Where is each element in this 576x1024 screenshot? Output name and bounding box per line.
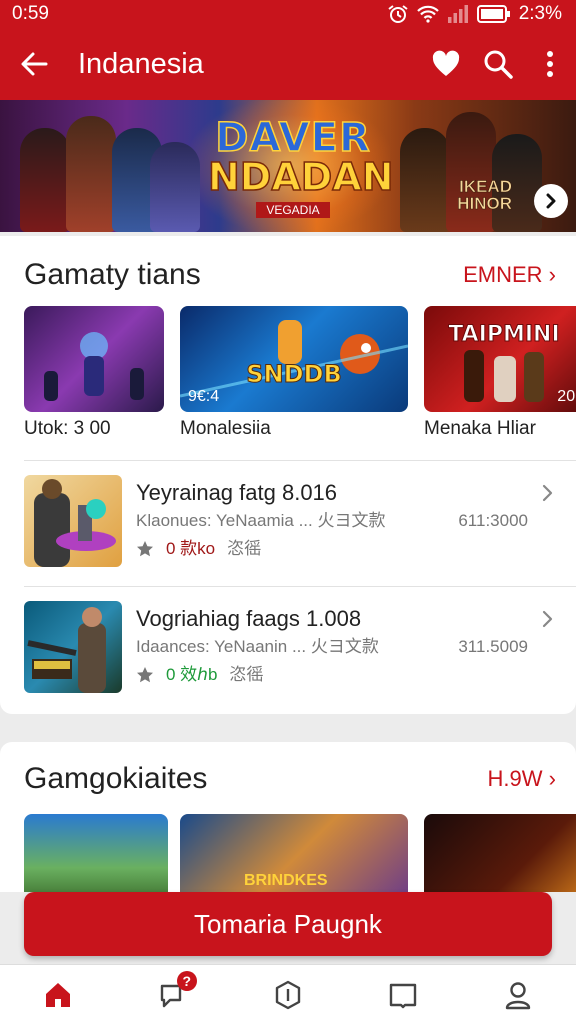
list-item-title: Yeyrainag fatg 8.016	[136, 480, 338, 505]
list-item-meta: 0 款ko 恣徭	[136, 535, 536, 563]
list-item-info: Vogriahiag faags 1.008 Idaances: YeNaani…	[136, 605, 536, 689]
battery-icon	[476, 5, 511, 23]
nav-profile[interactable]	[488, 967, 548, 1023]
list-item-meta-text: 恣徭	[227, 539, 262, 558]
banner-corner-line2: HINOR	[457, 194, 512, 213]
wifi-icon	[416, 5, 439, 23]
game-thumbnail[interactable]	[424, 814, 576, 892]
nav-explore[interactable]	[258, 967, 318, 1023]
list-item-subtitle: Idaances: YeNaanin ... 火ヨ文款 311.5009	[136, 633, 536, 661]
banner-logo-line1: DAVER	[214, 115, 371, 161]
banner-corner-text: IKEAD HINOR	[432, 177, 513, 213]
star-icon	[137, 541, 153, 557]
chevron-right-icon	[536, 484, 560, 502]
collections-card: Gamgokiaites H.9W › BRINDKES	[0, 742, 576, 892]
search-icon	[484, 50, 513, 79]
nav-home[interactable]	[28, 967, 88, 1023]
thumbnail-tag: 201	[557, 388, 576, 405]
list-item-developer: Idaances: YeNaanin ... 火ヨ文款	[136, 637, 379, 656]
shield-icon	[275, 980, 301, 1009]
nav-messages[interactable]: ?	[143, 967, 203, 1023]
list-item-meta-text: 恣徭	[229, 665, 264, 684]
section-title: Gamgokiaites	[24, 762, 208, 795]
user-icon	[506, 981, 531, 1009]
star-icon	[137, 667, 153, 683]
game-icon-art	[34, 479, 116, 567]
game-icon	[24, 601, 122, 693]
banner-corner-line1: IKEAD	[459, 177, 513, 196]
list-item-subtitle: Klaonues: YeNaamia ... 火ヨ文款 611:3000	[136, 507, 536, 535]
thumbnail-label: Monalesiia	[180, 418, 271, 439]
chevron-right-icon	[536, 610, 560, 628]
game-thumbnail[interactable]: SNDDB 9€:4	[180, 306, 408, 412]
list-item[interactable]: Yeyrainag fatg 8.016 Klaonues: YeNaamia …	[24, 474, 560, 568]
game-thumbnail[interactable]	[24, 306, 164, 412]
home-icon	[45, 982, 70, 1007]
section-more-label: H.9W	[487, 766, 543, 791]
battery-text: 2:3%	[518, 3, 562, 24]
thumbnail-label: Utok: 3 00	[24, 418, 111, 439]
list-item-number: 311.5009	[458, 637, 528, 656]
status-bar: 0:59 2:3%	[0, 0, 576, 28]
section-header: Gamaty tians EMNER ›	[24, 258, 556, 292]
favorite-button[interactable]	[420, 28, 472, 100]
divider	[24, 586, 576, 587]
thumbnail-title-art: TAIPMINI	[448, 322, 560, 348]
section-title: Gamaty tians	[24, 258, 201, 291]
game-icon-art	[27, 607, 106, 693]
game-thumbnail[interactable]: TAIPMINI 201	[424, 306, 576, 412]
status-time: 0:59	[12, 3, 49, 24]
banner-logo-tag: VEGADIA	[256, 202, 330, 218]
signal-icon	[447, 5, 469, 23]
banner-character	[20, 128, 70, 232]
divider	[24, 460, 576, 461]
list-item-title: Vogriahiag faags 1.008	[136, 606, 362, 631]
list-item[interactable]: Vogriahiag faags 1.008 Idaances: YeNaani…	[24, 600, 560, 694]
bottom-navigation: ?	[0, 964, 576, 1024]
more-vertical-icon	[547, 51, 553, 77]
banner-character	[150, 142, 200, 232]
banner-logo-line2: NDADAN	[207, 155, 394, 199]
notification-badge: ?	[176, 970, 197, 991]
list-item-meta: 0 效ℎb 恣徭	[136, 661, 536, 689]
thumbnail-label: Menaka Hliar	[424, 418, 536, 439]
page-title: Indanesia	[78, 47, 204, 80]
primary-action-button[interactable]: Tomaria Paugnk	[24, 892, 552, 956]
games-card: Gamaty tians EMNER › SNDDB 9€:4 TAIPMINI…	[0, 236, 576, 714]
back-button[interactable]	[0, 28, 68, 100]
book-icon	[389, 983, 417, 1008]
list-item-info: Yeyrainag fatg 8.016 Klaonues: YeNaamia …	[136, 479, 536, 563]
banner-character	[446, 112, 496, 232]
list-item-rating: 0 效ℎb	[166, 665, 218, 684]
more-menu-button[interactable]	[524, 28, 576, 100]
section-more-link[interactable]: EMNER ›	[463, 262, 556, 288]
arrow-left-icon	[21, 52, 48, 76]
banner-next-button[interactable]	[534, 184, 568, 218]
section-more-label: EMNER	[463, 262, 543, 287]
thumbnail-art	[44, 332, 144, 401]
chevron-right-icon	[546, 193, 556, 209]
game-thumbnail[interactable]	[24, 814, 168, 892]
hero-banner[interactable]: DAVER NDADAN VEGADIA IKEAD HINOR	[0, 100, 576, 232]
thumbnail-title-art: SNDDB	[246, 360, 343, 389]
game-thumbnail[interactable]: BRINDKES	[180, 814, 408, 892]
list-item-rating: 0 款ko	[166, 539, 216, 558]
search-button[interactable]	[472, 28, 524, 100]
section-more-link[interactable]: H.9W ›	[488, 766, 556, 792]
app-bar: Indanesia	[0, 28, 576, 100]
nav-library[interactable]	[373, 967, 433, 1023]
banner-logo: DAVER NDADAN VEGADIA	[207, 115, 394, 219]
list-item-number: 611:3000	[458, 511, 528, 530]
banner-character	[66, 116, 116, 232]
section-header: Gamgokiaites H.9W ›	[24, 762, 556, 796]
game-icon	[24, 475, 122, 567]
list-item-developer: Klaonues: YeNaamia ... 火ヨ文款	[136, 511, 386, 530]
thumbnail-tag: 9€:4	[188, 388, 220, 405]
thumbnail-tag: BRINDKES	[244, 872, 328, 889]
heart-icon	[432, 50, 460, 76]
alarm-icon	[387, 4, 409, 24]
